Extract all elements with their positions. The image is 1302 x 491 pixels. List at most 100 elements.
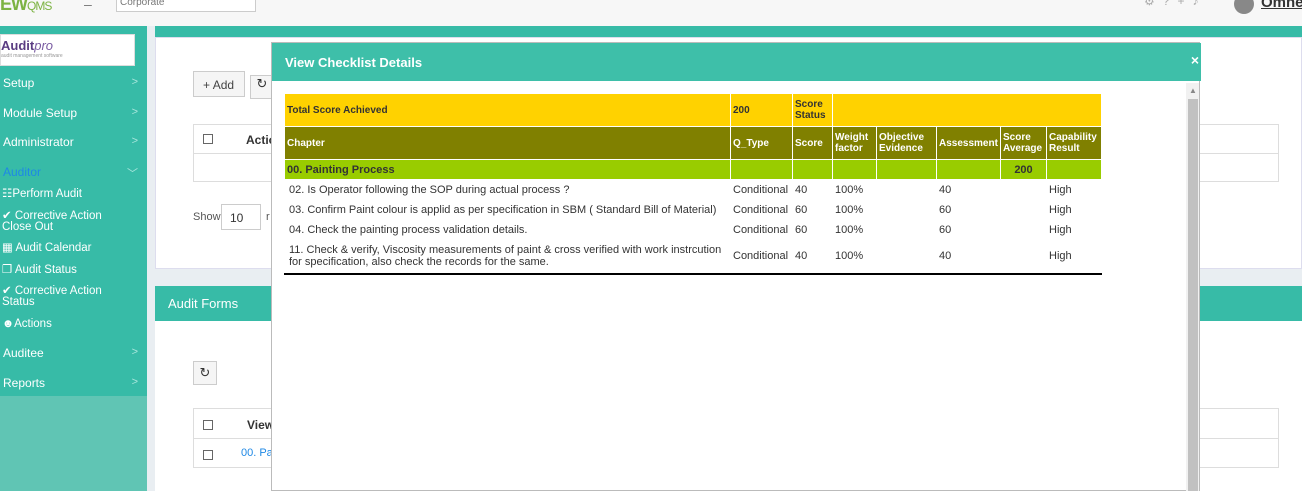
weight-factor: 100% [832,219,877,240]
chapter-cell [832,159,877,180]
header-capability-result: Capability Result [1046,126,1102,160]
chapter-cell [792,159,833,180]
scroll-up-arrow-icon[interactable]: ▲ [1189,86,1197,95]
panel-header-strip [155,26,1302,37]
chevron-right-icon: > [131,76,138,88]
row-link[interactable]: 00. Pa [241,447,273,459]
menu-toggle-icon[interactable]: – [84,0,92,12]
sidebar-item-reports[interactable]: Reports > [3,376,143,390]
chapter-score-average: 200 [1000,159,1047,180]
score-average [1000,179,1047,200]
chevron-right-icon: > [131,135,138,147]
sidebar-item-module-setup[interactable]: Module Setup > [3,106,143,120]
sitemap-icon: ☷ [2,188,13,200]
table-row: 03. Confirm Paint colour is applid as pe… [284,199,1102,220]
sidebar-sub-corrective-action-status[interactable]: ✔ Corrective Action Status [2,285,142,308]
plus-icon[interactable]: + [1177,0,1192,8]
sidebar-item-label: Reports [3,376,46,390]
select-all-checkbox[interactable] [203,134,213,144]
table-row: 11. Check & verify, Viscosity measuremen… [284,239,1102,275]
sidebar-sub-label: Status [2,296,35,308]
sidebar-item-label: Setup [3,76,35,90]
q-type: Conditional [730,239,793,275]
assessment: 60 [936,219,1001,240]
capability-result: High [1046,219,1102,240]
sidebar-footer [0,396,147,491]
brand-text: Omne [1261,0,1302,11]
sidebar-item-auditee[interactable]: Auditee > [3,346,143,360]
users-icon: ☻ [2,318,15,330]
weight-factor: 100% [832,199,877,220]
chevron-right-icon: > [131,346,138,358]
header-assessment: Assessment [936,126,1001,160]
total-score-row: Total Score Achieved 200 Score Status [284,93,1102,127]
avatar[interactable] [1234,0,1254,14]
score: 60 [792,199,833,220]
chapter-cell [1046,159,1102,180]
add-button[interactable]: + Add [193,71,245,97]
logo-suffix: QMS [27,0,52,13]
objective-evidence [876,239,937,275]
add-label: Add [212,78,235,92]
sidebar-sub-actions[interactable]: ☻Actions [2,318,142,330]
score-average [1000,239,1047,275]
sidebar-sub-label: Close Out [2,221,54,233]
score-status-label: Score Status [792,93,833,127]
close-icon[interactable]: × [1191,52,1199,68]
sidebar-item-label: Auditee [3,346,44,360]
objective-evidence [876,199,937,220]
sidebar-sub-audit-status[interactable]: ❐ Audit Status [2,264,142,276]
objective-evidence [876,179,937,200]
question-text: 02. Is Operator following the SOP during… [284,179,731,200]
auditpro-title-suffix: pro [34,38,54,53]
refresh-button[interactable]: ↻ [193,361,217,385]
auditpro-title: Audit [1,38,35,53]
top-icons: ⚙?+♪ [1144,0,1206,8]
scrollbar-thumb[interactable] [1188,99,1198,491]
copy-icon: ❐ [2,264,13,276]
capability-result: High [1046,179,1102,200]
question-text: 04. Check the painting process validatio… [284,219,731,240]
q-type: Conditional [730,219,793,240]
chevron-down-icon: ﹀ [127,168,138,180]
gear-icon[interactable]: ⚙ [1144,0,1163,8]
select-all-checkbox[interactable] [203,420,213,430]
sidebar-item-label: Module Setup [3,106,78,120]
sidebar-sub-corrective-action-close-out[interactable]: ✔ Corrective Action Close Out [2,210,142,233]
score: 60 [792,219,833,240]
logo-text: EW [0,0,28,14]
q-type: Conditional [730,179,793,200]
header-chapter: Chapter [284,126,731,160]
page-length-value: 10 [230,211,244,225]
total-score-label: Total Score Achieved [284,93,731,127]
plant-select-value: Corporate [120,0,165,8]
weight-factor: 100% [832,239,877,275]
modal-title: View Checklist Details [285,55,423,70]
app-logo[interactable]: EWQMS [0,0,52,15]
chapter-row: 00. Painting Process 200 [284,159,1102,180]
row-checkbox[interactable] [203,450,213,460]
sidebar-sub-label: Audit Calendar [15,242,92,254]
capability-result: High [1046,199,1102,220]
sidebar-item-setup[interactable]: Setup > [3,76,143,90]
header-score: Score [792,126,833,160]
bell-icon[interactable]: ♪ [1192,0,1206,8]
question-text: 03. Confirm Paint colour is applid as pe… [284,199,731,220]
q-type: Conditional [730,199,793,220]
plant-select[interactable]: Corporate ﹀ [116,0,256,12]
objective-evidence [876,219,937,240]
header-weight-factor: Weight factor [832,126,877,160]
sidebar-item-auditor[interactable]: Auditor ﹀ [3,165,143,180]
header-q-type: Q_Type [730,126,793,160]
score: 40 [792,179,833,200]
calendar-icon: ▦ [2,242,13,254]
assessment: 40 [936,179,1001,200]
sidebar-item-administrator[interactable]: Administrator > [3,135,143,149]
modal-header: View Checklist Details × [272,43,1201,81]
help-icon[interactable]: ? [1163,0,1178,8]
refresh-icon: ↻ [256,76,268,91]
sidebar-sub-label: Actions [14,318,52,330]
sidebar-sub-perform-audit[interactable]: ☷Perform Audit [2,188,142,200]
sidebar-sub-audit-calendar[interactable]: ▦ Audit Calendar [2,242,142,254]
page-length-select[interactable]: 10 [221,204,261,230]
